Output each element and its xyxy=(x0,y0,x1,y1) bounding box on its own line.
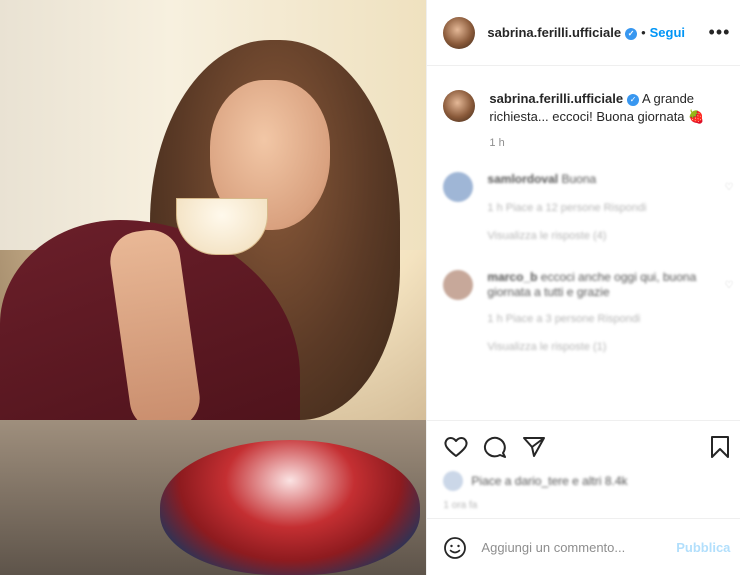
likes-text[interactable]: Piace a dario_tere e altri 8.4k xyxy=(471,474,627,489)
publish-button[interactable]: Pubblica xyxy=(676,540,730,555)
comment-like-icon[interactable]: ♡ xyxy=(724,280,733,291)
post-header: sabrina.ferilli.ufficiale ✓ • Segui ••• xyxy=(427,0,740,66)
action-bar: Piace a dario_tere e altri 8.4k 1 ora fa xyxy=(427,420,740,531)
username-link[interactable]: sabrina.ferilli.ufficiale ✓ xyxy=(487,25,638,40)
post-image[interactable] xyxy=(0,0,427,575)
post-sidebar: sabrina.ferilli.ufficiale ✓ • Segui ••• s… xyxy=(426,0,740,575)
verified-icon: ✓ xyxy=(625,27,638,40)
comment-meta: 1 h Piace a 3 persone Rispondi xyxy=(487,313,641,325)
caption-text-block: sabrina.ferilli.ufficiale ✓ A grande rich… xyxy=(489,90,733,126)
smiley-icon[interactable] xyxy=(443,536,467,560)
instagram-post: sabrina.ferilli.ufficiale ✓ • Segui ••• s… xyxy=(0,0,740,575)
comment-avatar[interactable] xyxy=(443,270,474,300)
comment-username[interactable]: samlordoval xyxy=(487,172,558,186)
comment-body: samlordoval Buona 1 h Piace a 12 persone… xyxy=(487,172,646,243)
separator-dot: • xyxy=(641,25,646,40)
comment-item: samlordoval Buona 1 h Piace a 12 persone… xyxy=(443,172,733,243)
comment-body: marco_b eccoci anche oggi qui, buona gio… xyxy=(487,270,717,354)
comment-text: samlordoval Buona xyxy=(487,172,646,187)
likes-row: Piace a dario_tere e altri 8.4k xyxy=(443,471,628,491)
avatar[interactable] xyxy=(443,16,476,49)
comment-like-icon[interactable]: ♡ xyxy=(724,182,733,193)
likes-avatar[interactable] xyxy=(443,471,464,491)
add-comment-bar: Pubblica xyxy=(427,518,740,576)
comment-text: marco_b eccoci anche oggi qui, buona gio… xyxy=(487,270,717,300)
strawberry-emoji: 🍓 xyxy=(688,109,705,124)
caption-avatar[interactable] xyxy=(443,90,476,122)
view-replies[interactable]: Visualizza le risposte (1) xyxy=(487,340,717,354)
comment-item: marco_b eccoci anche oggi qui, buona gio… xyxy=(443,270,733,354)
bookmark-icon[interactable] xyxy=(709,435,731,459)
caption: sabrina.ferilli.ufficiale ✓ A grande rich… xyxy=(443,90,733,152)
comment-input[interactable] xyxy=(479,539,674,556)
comment-username[interactable]: marco_b xyxy=(487,270,537,284)
username-text: sabrina.ferilli.ufficiale xyxy=(487,25,622,40)
comment-content: Buona xyxy=(561,172,597,186)
photo-strawberry-bowl xyxy=(160,440,420,575)
verified-icon: ✓ xyxy=(627,93,640,106)
caption-username[interactable]: sabrina.ferilli.ufficiale xyxy=(489,91,623,106)
comment-meta: 1 h Piace a 12 persone Rispondi xyxy=(487,202,647,214)
follow-button[interactable]: Segui xyxy=(650,25,685,40)
comment-avatar[interactable] xyxy=(443,172,474,202)
view-replies[interactable]: Visualizza le risposte (4) xyxy=(487,229,646,243)
heart-icon[interactable] xyxy=(443,435,469,459)
post-date: 1 ora fa xyxy=(443,500,478,511)
caption-time: 1 h xyxy=(489,137,505,149)
comment-icon[interactable] xyxy=(482,435,508,459)
more-icon[interactable]: ••• xyxy=(709,22,731,43)
caption-body: sabrina.ferilli.ufficiale ✓ A grande rich… xyxy=(475,90,733,152)
share-icon[interactable] xyxy=(521,435,547,459)
